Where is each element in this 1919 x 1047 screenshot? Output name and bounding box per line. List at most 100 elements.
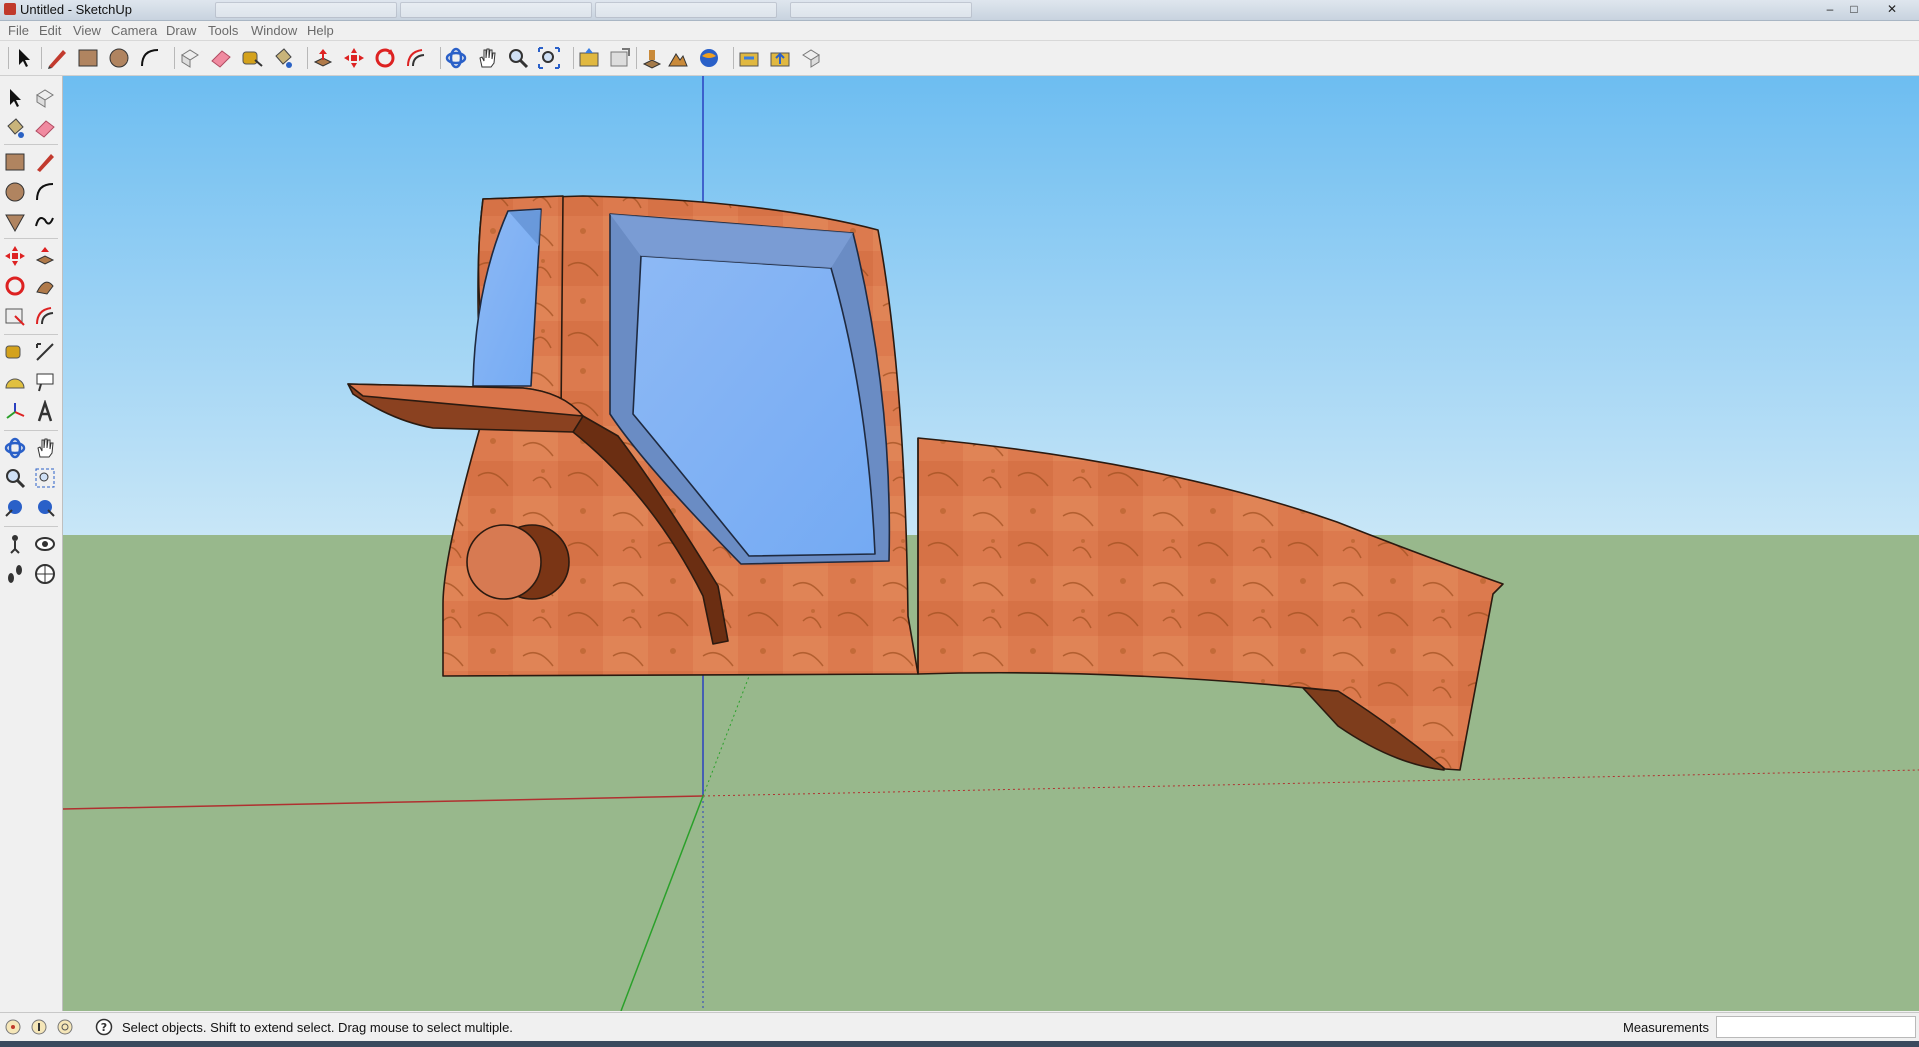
offset-icon[interactable] — [33, 304, 57, 328]
pan-icon[interactable] — [475, 46, 499, 70]
zoom-extents-icon[interactable] — [537, 46, 561, 70]
palette-separator — [4, 526, 58, 527]
toolbar-separator — [174, 47, 175, 69]
menu-view[interactable]: View — [73, 23, 101, 38]
menu-tools[interactable]: Tools — [208, 23, 238, 38]
background-tab — [790, 2, 972, 18]
tool-palette — [0, 76, 63, 1011]
menu-bar: File Edit View Camera Draw Tools Window … — [0, 21, 1919, 41]
make-component-icon[interactable] — [33, 86, 57, 110]
circle-icon[interactable] — [3, 180, 27, 204]
scale-icon[interactable] — [3, 304, 27, 328]
window-title: Untitled - SketchUp — [20, 2, 132, 17]
rotate-icon[interactable] — [3, 274, 27, 298]
share-model-icon[interactable] — [608, 46, 632, 70]
axes-icon[interactable] — [3, 400, 27, 424]
minimize-button[interactable]: – — [1818, 1, 1842, 17]
zoom-window-icon[interactable] — [33, 466, 57, 490]
previous-view-icon[interactable] — [3, 496, 27, 520]
model-viewport[interactable] — [63, 76, 1919, 1011]
scene-canvas[interactable] — [63, 76, 1919, 1011]
geolocation-icon[interactable] — [4, 1018, 22, 1036]
zoom-icon[interactable] — [506, 46, 530, 70]
toolbar-separator — [41, 47, 42, 69]
make-component-icon[interactable] — [178, 46, 202, 70]
rotate-icon[interactable] — [373, 46, 397, 70]
3d-text-icon[interactable] — [33, 399, 57, 424]
toggle-terrain-icon[interactable] — [666, 46, 690, 70]
position-camera-icon[interactable] — [3, 532, 27, 556]
status-message: Select objects. Shift to extend select. … — [122, 1020, 513, 1035]
menu-edit[interactable]: Edit — [39, 23, 61, 38]
toolbar-separator — [636, 47, 637, 69]
tape-measure-icon[interactable] — [240, 46, 264, 70]
background-tab — [215, 2, 397, 18]
menu-window[interactable]: Window — [251, 23, 297, 38]
toolbar-separator — [8, 47, 9, 69]
toolbar-separator — [307, 47, 308, 69]
push-pull-icon[interactable] — [33, 244, 57, 268]
sketchup-app-icon — [4, 3, 16, 15]
paint-bucket-icon[interactable] — [271, 46, 295, 70]
share-component-icon[interactable] — [768, 46, 792, 70]
eraser-icon[interactable] — [209, 46, 233, 70]
toolbar-separator — [440, 47, 441, 69]
title-bar: Untitled - SketchUp – □ ✕ — [0, 0, 1919, 21]
next-view-icon[interactable] — [33, 496, 57, 520]
walk-icon[interactable] — [3, 562, 27, 586]
palette-separator — [4, 238, 58, 239]
circle-icon[interactable] — [107, 46, 131, 70]
offset-icon[interactable] — [404, 46, 428, 70]
pencil-line-icon[interactable] — [45, 46, 69, 70]
eraser-icon[interactable] — [33, 116, 57, 140]
zoom-icon[interactable] — [3, 466, 27, 490]
credits-icon[interactable] — [30, 1018, 48, 1036]
move-icon[interactable] — [342, 46, 366, 70]
main-toolbar — [0, 41, 1919, 76]
dimension-icon[interactable] — [33, 340, 57, 364]
menu-draw[interactable]: Draw — [166, 23, 196, 38]
paint-bucket-icon[interactable] — [3, 116, 27, 140]
get-models-icon[interactable] — [577, 46, 601, 70]
help-icon[interactable]: ? — [95, 1018, 113, 1036]
orbit-icon[interactable] — [3, 436, 27, 460]
palette-separator — [4, 144, 58, 145]
protractor-icon[interactable] — [3, 370, 27, 394]
google-earth-icon[interactable] — [697, 46, 721, 70]
move-icon[interactable] — [3, 244, 27, 268]
arc-icon[interactable] — [33, 180, 57, 204]
select-arrow-icon[interactable] — [12, 46, 36, 70]
send-to-layout-icon[interactable] — [799, 46, 823, 70]
get-components-icon[interactable] — [737, 46, 761, 70]
rectangle-icon[interactable] — [76, 46, 100, 70]
section-plane-icon[interactable] — [33, 562, 57, 586]
measurements-label: Measurements — [1623, 1020, 1709, 1035]
toolbar-separator — [573, 47, 574, 69]
follow-me-icon[interactable] — [33, 274, 57, 298]
menu-help[interactable]: Help — [307, 23, 334, 38]
text-icon[interactable] — [33, 370, 57, 394]
pan-icon[interactable] — [33, 436, 57, 460]
background-tab — [595, 2, 777, 18]
polygon-icon[interactable] — [3, 210, 27, 234]
toolbar-separator — [733, 47, 734, 69]
rectangle-icon[interactable] — [3, 150, 27, 174]
orbit-icon[interactable] — [444, 46, 468, 70]
svg-text:?: ? — [101, 1021, 107, 1034]
maximize-button[interactable]: □ — [1842, 1, 1866, 17]
menu-camera[interactable]: Camera — [111, 23, 157, 38]
status-bar: ? Select objects. Shift to extend select… — [0, 1012, 1919, 1041]
close-button[interactable]: ✕ — [1880, 1, 1904, 17]
look-around-icon[interactable] — [33, 532, 57, 556]
select-icon[interactable] — [3, 86, 27, 110]
line-icon[interactable] — [33, 150, 57, 174]
tape-measure-icon[interactable] — [3, 340, 27, 364]
menu-file[interactable]: File — [8, 23, 29, 38]
add-location-icon[interactable] — [640, 46, 664, 70]
palette-separator — [4, 334, 58, 335]
push-pull-icon[interactable] — [311, 46, 335, 70]
arc-icon[interactable] — [138, 46, 162, 70]
measurements-input[interactable] — [1716, 1016, 1916, 1038]
freehand-icon[interactable] — [33, 210, 57, 234]
user-icon[interactable] — [56, 1018, 74, 1036]
